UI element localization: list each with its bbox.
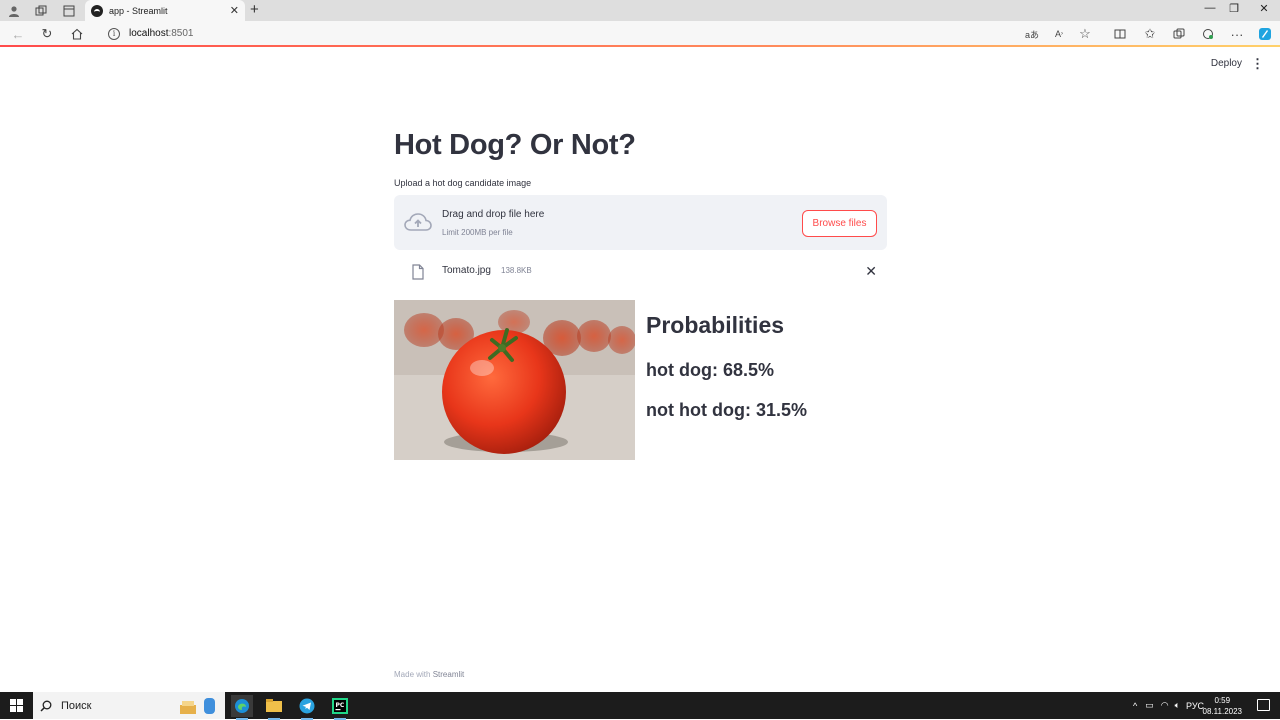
- address-bar[interactable]: i localhost :8501: [98, 23, 1098, 44]
- streamlit-app: Deploy ⋮ Hot Dog? Or Not? Upload a hot d…: [3, 47, 1277, 690]
- uploader-label: Upload a hot dog candidate image: [394, 178, 532, 188]
- deploy-button[interactable]: Deploy: [1211, 58, 1242, 69]
- file-dropzone[interactable]: Drag and drop file here Limit 200MB per …: [394, 195, 887, 250]
- taskbar-pycharm-icon[interactable]: PC: [329, 695, 351, 720]
- read-aloud-icon[interactable]: aあ: [1023, 25, 1041, 43]
- page-title: Hot Dog? Or Not?: [394, 129, 636, 161]
- browse-files-button[interactable]: Browse files: [802, 210, 877, 237]
- profile-icon[interactable]: [6, 3, 22, 19]
- extensions-icon[interactable]: [1199, 25, 1217, 43]
- probabilities-heading: Probabilities: [646, 312, 785, 338]
- home-icon[interactable]: [68, 25, 86, 43]
- remove-file-icon[interactable]: ✕: [865, 263, 877, 280]
- minimize-icon[interactable]: —: [1200, 2, 1220, 14]
- more-options-icon[interactable]: ···: [1228, 25, 1246, 43]
- favorite-star-icon[interactable]: ☆: [1076, 25, 1094, 43]
- browser-tab-active[interactable]: app - Streamlit ✕: [85, 0, 245, 21]
- browser-nav-bar: ← ↻ i localhost :8501 aあ A › ☆ ✩ ···: [0, 21, 1280, 46]
- collections-icon[interactable]: [1170, 25, 1188, 43]
- browser-tab-bar: app - Streamlit ✕ + — ❐ ✕: [0, 0, 1280, 21]
- address-host: localhost: [129, 28, 169, 39]
- uploaded-image-tomato: [394, 300, 635, 460]
- back-icon[interactable]: ←: [9, 25, 27, 43]
- search-icon: [40, 700, 52, 712]
- dropzone-instructions: Drag and drop file here: [442, 209, 545, 220]
- split-screen-icon[interactable]: [1111, 25, 1129, 43]
- tab-title: app - Streamlit: [109, 5, 168, 16]
- taskbar-explorer-icon[interactable]: [263, 695, 285, 720]
- file-icon: [412, 264, 424, 280]
- footer: Made with Streamlit: [394, 670, 464, 679]
- windows-start-icon[interactable]: [10, 699, 23, 712]
- cloud-upload-icon: [404, 213, 432, 231]
- language-indicator[interactable]: РУС: [1186, 701, 1204, 711]
- favorites-icon[interactable]: ✩: [1141, 25, 1159, 43]
- footer-made-with: Made with: [394, 670, 431, 679]
- text-size-icon[interactable]: A ›: [1050, 25, 1068, 43]
- uploaded-file-name: Tomato.jpg: [442, 265, 491, 276]
- svg-text:PC: PC: [336, 702, 345, 709]
- taskbar-telegram-icon[interactable]: [296, 695, 318, 720]
- new-tab-icon[interactable]: +: [250, 1, 259, 18]
- taskbar-clock[interactable]: 0:59 08.11.2023: [1203, 695, 1242, 717]
- windows-taskbar: Поиск PC ^ ▭ ◠ 🔈︎ РУС 0:59 08.11.2023: [0, 692, 1280, 720]
- restore-icon[interactable]: ❐: [1224, 2, 1244, 15]
- clock-date: 08.11.2023: [1202, 707, 1242, 716]
- streamlit-favicon-icon: [91, 4, 103, 17]
- copilot-icon[interactable]: [1256, 25, 1274, 43]
- notifications-icon[interactable]: [1257, 699, 1270, 711]
- taskbar-edge-icon[interactable]: [231, 695, 253, 720]
- system-tray: ^ ▭ ◠ 🔈︎ РУС: [1133, 692, 1204, 719]
- battery-icon[interactable]: ▭: [1145, 700, 1154, 711]
- clock-time: 0:59: [1214, 696, 1231, 705]
- uploaded-file-row: Tomato.jpg 138.8KB ✕: [394, 259, 887, 285]
- site-info-icon[interactable]: i: [108, 27, 120, 40]
- close-window-icon[interactable]: ✕: [1254, 2, 1274, 15]
- tab-actions-icon[interactable]: [61, 3, 77, 19]
- probability-not-hot-dog: not hot dog: 31.5%: [646, 400, 807, 420]
- volume-icon[interactable]: 🔈︎: [1175, 700, 1180, 711]
- uploaded-file-size: 138.8KB: [501, 266, 532, 275]
- main-menu-icon[interactable]: ⋮: [1251, 56, 1264, 72]
- search-placeholder: Поиск: [61, 699, 92, 712]
- reload-icon[interactable]: ↻: [38, 25, 56, 43]
- workspaces-icon[interactable]: [33, 3, 49, 19]
- search-highlight-icon: [180, 698, 215, 714]
- network-icon[interactable]: ◠: [1161, 700, 1169, 711]
- footer-streamlit-link[interactable]: Streamlit: [433, 670, 465, 679]
- close-tab-icon[interactable]: ✕: [230, 4, 239, 17]
- address-port: :8501: [168, 28, 194, 39]
- taskbar-search[interactable]: Поиск: [33, 692, 225, 719]
- probability-hot-dog: hot dog: 68.5%: [646, 360, 775, 380]
- tray-expand-icon[interactable]: ^: [1133, 701, 1137, 711]
- dropzone-limit: Limit 200MB per file: [442, 228, 513, 237]
